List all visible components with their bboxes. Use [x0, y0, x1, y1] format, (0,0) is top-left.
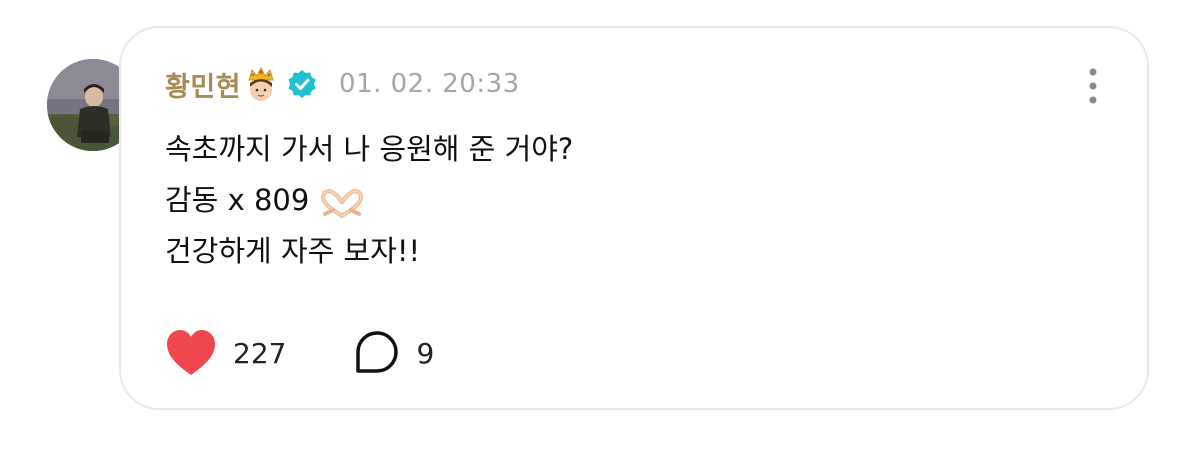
post-body: 속초까지 가서 나 응원해 준 거야? 감동 x 809 건강하게 자주 보자!…	[165, 124, 573, 277]
post-card: 황민현 01. 02. 20:33 속초까지 가서 나 응원해 준 거야? 감동…	[119, 26, 1149, 410]
comment-count: 9	[416, 336, 435, 370]
post-body-line: 건강하게 자주 보자!!	[165, 234, 421, 268]
like-button[interactable]: 227	[165, 329, 286, 377]
more-options-button[interactable]	[1083, 66, 1103, 106]
post-timestamp: 01. 02. 20:33	[339, 69, 520, 99]
heart-icon	[167, 330, 215, 375]
heart-hands-emoji-icon	[319, 185, 365, 218]
post-actions: 227 9	[165, 328, 434, 378]
comment-button[interactable]: 9	[354, 330, 434, 376]
verified-check-icon	[287, 69, 317, 99]
more-vertical-icon	[1089, 68, 1097, 104]
speech-bubble-icon	[356, 331, 399, 373]
author-name[interactable]: 황민현	[165, 65, 241, 104]
crowned-face-emoji-icon	[243, 66, 279, 102]
post-body-line: 감동 x 809	[165, 175, 573, 226]
like-count: 227	[233, 336, 287, 370]
post-header: 황민현 01. 02. 20:33	[165, 64, 520, 104]
post-body-line-text: 감동 x 809	[165, 183, 310, 217]
post-body-line: 속초까지 가서 나 응원해 준 거야?	[165, 132, 574, 166]
